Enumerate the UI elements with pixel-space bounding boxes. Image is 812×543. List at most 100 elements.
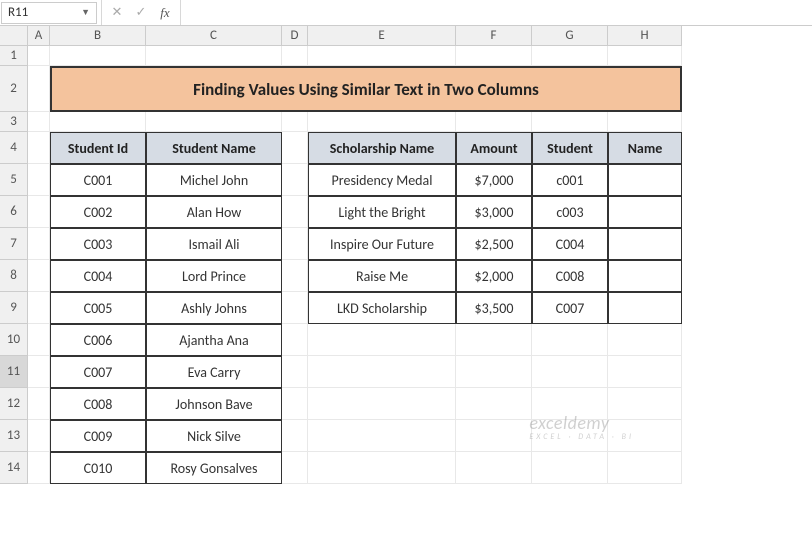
schol-schol-8[interactable]: Raise Me xyxy=(308,260,456,292)
cell-G10[interactable] xyxy=(532,324,608,356)
student-id-14[interactable]: C010 xyxy=(50,452,146,484)
cell-F1[interactable] xyxy=(456,46,532,66)
cell-E12[interactable] xyxy=(308,388,456,420)
cell-A7[interactable] xyxy=(28,228,50,260)
cell-A11[interactable] xyxy=(28,356,50,388)
schol-student-6[interactable]: c003 xyxy=(532,196,608,228)
cell-G1[interactable] xyxy=(532,46,608,66)
schol-name-5[interactable] xyxy=(608,164,682,196)
cell-A4[interactable] xyxy=(28,132,50,164)
title-banner[interactable]: Finding Values Using Similar Text in Two… xyxy=(50,66,682,112)
cell-A10[interactable] xyxy=(28,324,50,356)
col-header-H[interactable]: H xyxy=(608,26,682,46)
student-id-13[interactable]: C009 xyxy=(50,420,146,452)
cell-A8[interactable] xyxy=(28,260,50,292)
col-header-E[interactable]: E xyxy=(308,26,456,46)
cell-A9[interactable] xyxy=(28,292,50,324)
schol-schol-7[interactable]: Inspire Our Future xyxy=(308,228,456,260)
cell-G12[interactable] xyxy=(532,388,608,420)
row-header-7[interactable]: 7 xyxy=(0,228,28,260)
student-id-10[interactable]: C006 xyxy=(50,324,146,356)
row-header-11[interactable]: 11 xyxy=(0,356,28,388)
cell-H3[interactable] xyxy=(608,112,682,132)
cell-E1[interactable] xyxy=(308,46,456,66)
student-id-5[interactable]: C001 xyxy=(50,164,146,196)
cell-A2[interactable] xyxy=(28,66,50,112)
student-id-7[interactable]: C003 xyxy=(50,228,146,260)
student-name-8[interactable]: Lord Prince xyxy=(146,260,282,292)
cell-F14[interactable] xyxy=(456,452,532,484)
cell-F13[interactable] xyxy=(456,420,532,452)
cell-D14[interactable] xyxy=(282,452,308,484)
formula-input[interactable] xyxy=(181,0,812,25)
cell-H14[interactable] xyxy=(608,452,682,484)
student-name-14[interactable]: Rosy Gonsalves xyxy=(146,452,282,484)
col-header-B[interactable]: B xyxy=(50,26,146,46)
schol-amount-8[interactable]: $2,000 xyxy=(456,260,532,292)
cell-B3[interactable] xyxy=(50,112,146,132)
cell-H10[interactable] xyxy=(608,324,682,356)
student-id-11[interactable]: C007 xyxy=(50,356,146,388)
cell-A1[interactable] xyxy=(28,46,50,66)
cell-F11[interactable] xyxy=(456,356,532,388)
schol-header-name[interactable]: Name xyxy=(608,132,682,164)
schol-name-8[interactable] xyxy=(608,260,682,292)
row-header-3[interactable]: 3 xyxy=(0,112,28,132)
row-header-13[interactable]: 13 xyxy=(0,420,28,452)
cell-D13[interactable] xyxy=(282,420,308,452)
cell-D9[interactable] xyxy=(282,292,308,324)
cell-F3[interactable] xyxy=(456,112,532,132)
student-name-5[interactable]: Michel John xyxy=(146,164,282,196)
row-header-10[interactable]: 10 xyxy=(0,324,28,356)
row-header-6[interactable]: 6 xyxy=(0,196,28,228)
fx-icon[interactable]: fx xyxy=(154,3,176,23)
cell-D12[interactable] xyxy=(282,388,308,420)
cell-A5[interactable] xyxy=(28,164,50,196)
schol-name-7[interactable] xyxy=(608,228,682,260)
cell-D10[interactable] xyxy=(282,324,308,356)
cell-F10[interactable] xyxy=(456,324,532,356)
schol-name-6[interactable] xyxy=(608,196,682,228)
students-header-id[interactable]: Student Id xyxy=(50,132,146,164)
student-id-9[interactable]: C005 xyxy=(50,292,146,324)
schol-student-8[interactable]: C008 xyxy=(532,260,608,292)
row-header-9[interactable]: 9 xyxy=(0,292,28,324)
student-name-9[interactable]: Ashly Johns xyxy=(146,292,282,324)
row-header-12[interactable]: 12 xyxy=(0,388,28,420)
cell-C3[interactable] xyxy=(146,112,282,132)
cell-D6[interactable] xyxy=(282,196,308,228)
cell-G14[interactable] xyxy=(532,452,608,484)
cell-A14[interactable] xyxy=(28,452,50,484)
col-header-D[interactable]: D xyxy=(282,26,308,46)
cell-E14[interactable] xyxy=(308,452,456,484)
cell-G11[interactable] xyxy=(532,356,608,388)
schol-amount-5[interactable]: $7,000 xyxy=(456,164,532,196)
select-all-corner[interactable] xyxy=(0,26,28,46)
chevron-down-icon[interactable]: ▼ xyxy=(81,7,90,18)
cell-E13[interactable] xyxy=(308,420,456,452)
schol-schol-9[interactable]: LKD Scholarship xyxy=(308,292,456,324)
schol-amount-7[interactable]: $2,500 xyxy=(456,228,532,260)
col-header-C[interactable]: C xyxy=(146,26,282,46)
schol-student-9[interactable]: C007 xyxy=(532,292,608,324)
schol-amount-6[interactable]: $3,000 xyxy=(456,196,532,228)
schol-schol-6[interactable]: Light the Bright xyxy=(308,196,456,228)
cell-G3[interactable] xyxy=(532,112,608,132)
row-header-14[interactable]: 14 xyxy=(0,452,28,484)
row-header-5[interactable]: 5 xyxy=(0,164,28,196)
cell-D8[interactable] xyxy=(282,260,308,292)
col-header-G[interactable]: G xyxy=(532,26,608,46)
cell-H11[interactable] xyxy=(608,356,682,388)
row-header-8[interactable]: 8 xyxy=(0,260,28,292)
cell-G13[interactable] xyxy=(532,420,608,452)
schol-header-amount[interactable]: Amount xyxy=(456,132,532,164)
cell-D5[interactable] xyxy=(282,164,308,196)
cell-H13[interactable] xyxy=(608,420,682,452)
cell-E10[interactable] xyxy=(308,324,456,356)
student-name-12[interactable]: Johnson Bave xyxy=(146,388,282,420)
cell-A13[interactable] xyxy=(28,420,50,452)
cell-C1[interactable] xyxy=(146,46,282,66)
student-name-7[interactable]: Ismail Ali xyxy=(146,228,282,260)
students-header-name[interactable]: Student Name xyxy=(146,132,282,164)
student-id-12[interactable]: C008 xyxy=(50,388,146,420)
